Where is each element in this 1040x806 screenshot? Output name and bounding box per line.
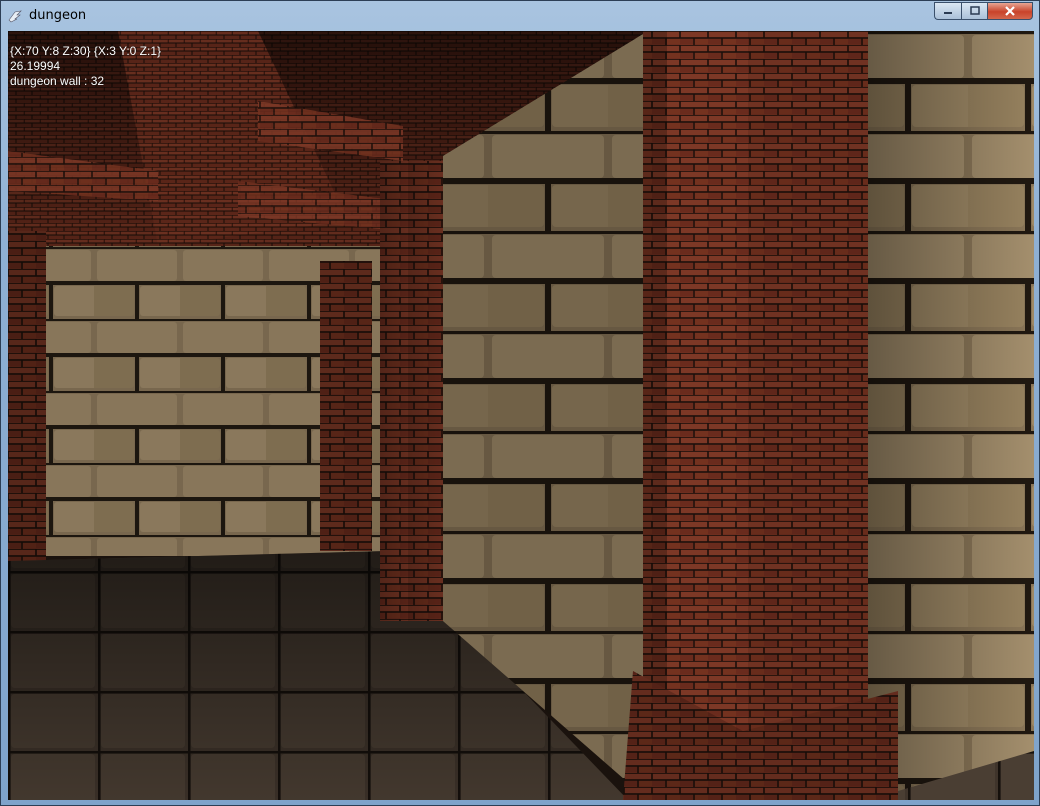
close-button[interactable] bbox=[987, 2, 1033, 20]
minimize-icon bbox=[944, 12, 952, 14]
dungeon-scene bbox=[8, 31, 1034, 800]
fps-readout: 26.19994 bbox=[10, 59, 61, 73]
app-window: dungeon {X:70 Y:8 Z:30} {X:3 Y:0 Z:1} 26… bbox=[0, 0, 1040, 806]
minimize-button[interactable] bbox=[934, 2, 961, 20]
coords-readout: {X:70 Y:8 Z:30} {X:3 Y:0 Z:1} bbox=[10, 44, 162, 58]
game-viewport[interactable]: {X:70 Y:8 Z:30} {X:3 Y:0 Z:1} 26.19994 d… bbox=[8, 31, 1034, 800]
maximize-button[interactable] bbox=[961, 2, 987, 20]
close-icon bbox=[1005, 6, 1015, 16]
maximize-icon bbox=[969, 6, 980, 15]
target-readout: dungeon wall : 32 bbox=[10, 74, 105, 88]
window-title: dungeon bbox=[29, 8, 87, 23]
wing-icon bbox=[8, 10, 22, 23]
title-bar[interactable]: dungeon bbox=[1, 1, 1039, 31]
window-controls bbox=[934, 2, 1033, 21]
debug-hud: {X:70 Y:8 Z:30} {X:3 Y:0 Z:1} 26.19994 d… bbox=[10, 44, 161, 89]
